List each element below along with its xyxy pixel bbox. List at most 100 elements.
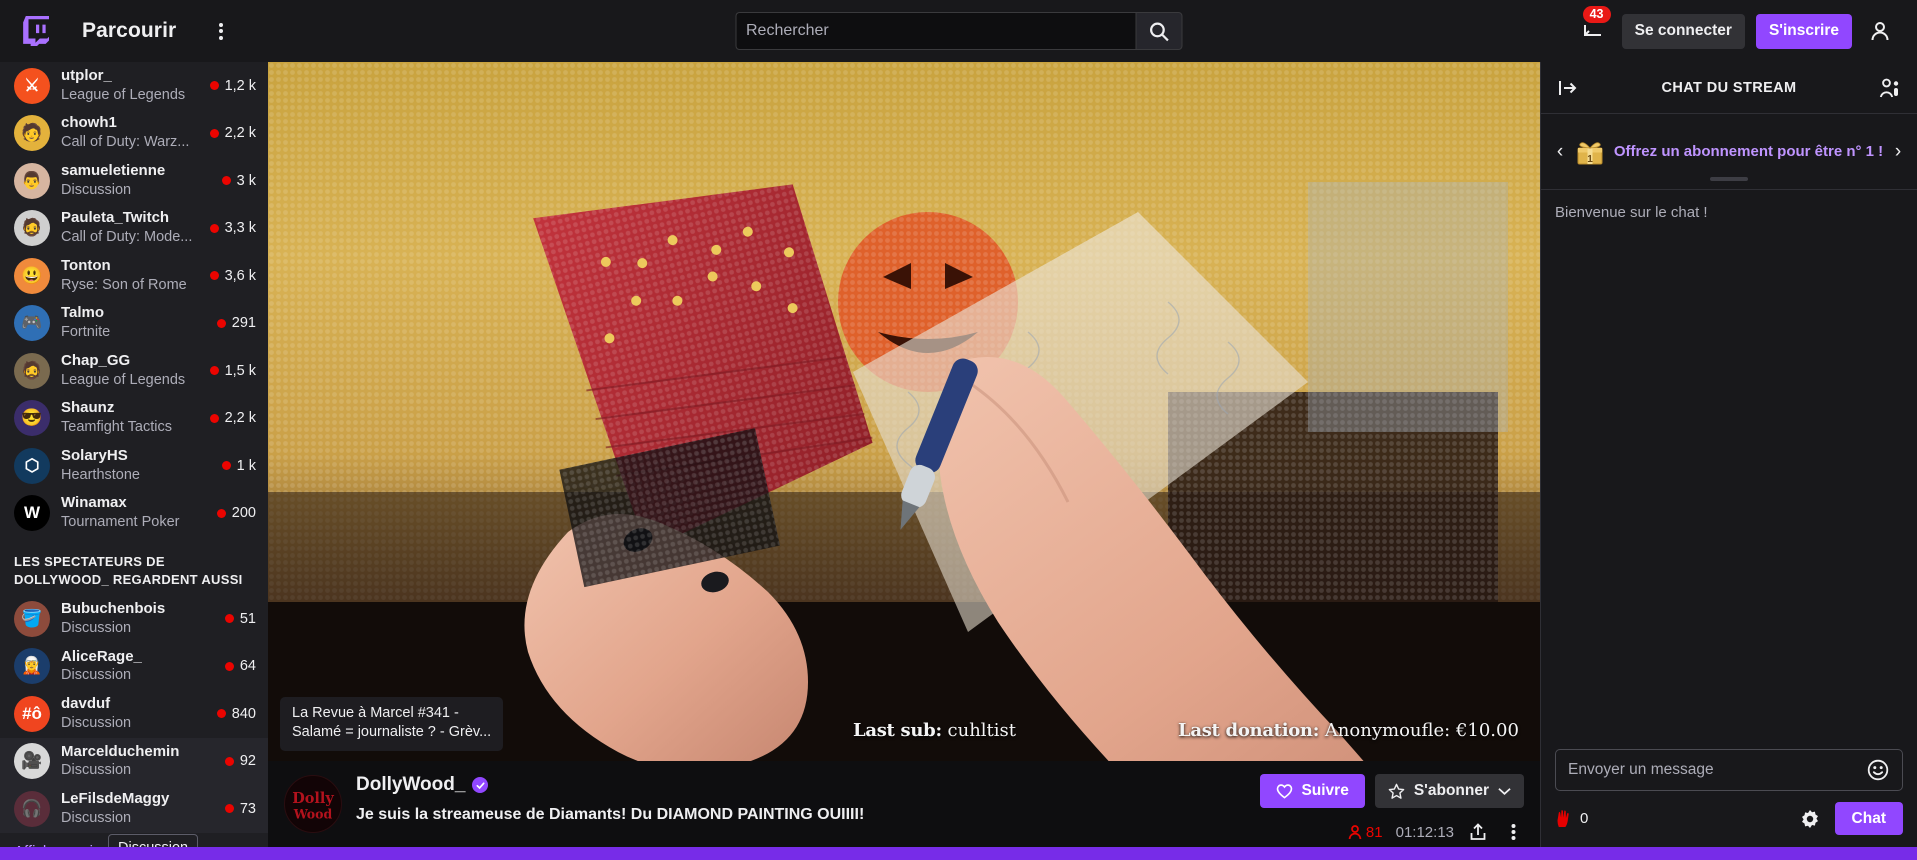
sidebar-channel-tonton[interactable]: 😃 Tonton Ryse: Son of Rome 3,6 k bbox=[0, 252, 268, 300]
live-indicator-dot bbox=[209, 271, 219, 281]
sidebar-channel-chap_gg[interactable]: 🧔 Chap_GG League of Legends 1,5 k bbox=[0, 347, 268, 395]
viewer-count-value: 3 k bbox=[236, 172, 256, 189]
signup-button[interactable]: S'inscrire bbox=[1755, 13, 1852, 49]
channel-text: Pauleta_Twitch Call of Duty: Mode... bbox=[61, 209, 210, 247]
channel-avatar[interactable]: Dolly Wood bbox=[284, 775, 342, 833]
search-wrap bbox=[735, 12, 1182, 50]
community-button[interactable] bbox=[1877, 75, 1903, 101]
sidebar-channel-winamax[interactable]: W Winamax Tournament Poker 200 bbox=[0, 490, 268, 538]
search-input[interactable] bbox=[735, 12, 1135, 50]
account-button[interactable] bbox=[1863, 14, 1897, 48]
sidebar-channel-utplor_[interactable]: ⚔ utplor_ League of Legends 1,2 k bbox=[0, 62, 268, 110]
subscribe-button[interactable]: S'abonner bbox=[1374, 774, 1524, 808]
verified-badge-icon bbox=[472, 777, 489, 793]
stream-meta-row: 81 01:12:13 bbox=[1348, 821, 1524, 843]
channel-text: Winamax Tournament Poker bbox=[61, 494, 217, 532]
live-indicator-dot bbox=[209, 223, 219, 233]
chat-title: CHAT DU STREAM bbox=[1661, 79, 1797, 96]
main-body: ⚔ utplor_ League of Legends 1,2 k 🧑 chowh1 Cal… bbox=[0, 62, 1917, 847]
channel-category: League of Legends bbox=[61, 371, 186, 388]
banner-indicator bbox=[1541, 177, 1917, 181]
stream-title[interactable]: Je suis la streameuse de Diamants! Du DI… bbox=[356, 806, 864, 824]
heart-icon bbox=[1277, 784, 1293, 799]
stream-more-options-button[interactable] bbox=[1502, 821, 1524, 843]
banner-content[interactable]: 1 Offrez un abonnement pour être n° 1 ! bbox=[1573, 137, 1885, 167]
live-indicator-dot bbox=[216, 709, 226, 719]
live-indicator-dot bbox=[209, 413, 219, 423]
prime-loot-button[interactable]: 43 bbox=[1577, 6, 1611, 48]
share-button[interactable] bbox=[1467, 821, 1489, 843]
live-indicator-dot bbox=[224, 661, 234, 671]
nav-right-group: 43 Se connecter S'inscrire bbox=[1577, 6, 1903, 49]
chat-settings-button[interactable] bbox=[1799, 808, 1821, 830]
search-button[interactable] bbox=[1135, 12, 1182, 50]
search-area bbox=[735, 12, 1182, 50]
channel-name: SolaryHS bbox=[61, 446, 128, 464]
gear-icon bbox=[1801, 809, 1818, 828]
channel-name[interactable]: DollyWood_ bbox=[356, 774, 465, 796]
login-button[interactable]: Se connecter bbox=[1621, 13, 1745, 49]
avatar: 🧔 bbox=[14, 210, 50, 247]
follow-button[interactable]: Suivre bbox=[1260, 774, 1365, 808]
banner-dot[interactable] bbox=[1710, 177, 1748, 181]
tooltip-line-1: La Revue à Marcel #341 - bbox=[292, 704, 459, 721]
chat-welcome-message: Bienvenue sur le chat ! bbox=[1555, 204, 1708, 221]
nav-more-options-icon[interactable] bbox=[204, 14, 238, 48]
sidebar-channel-pauleta_twitch[interactable]: 🧔 Pauleta_Twitch Call of Duty: Mode... 3,3 … bbox=[0, 205, 268, 253]
viewer-count-value: 81 bbox=[1365, 823, 1383, 841]
video-hover-tooltip: La Revue à Marcel #341 - Salamé = journa… bbox=[280, 696, 504, 751]
sidebar-channel-alicerage_[interactable]: 🧝 AliceRage_ Discussion 64 bbox=[0, 643, 268, 691]
banner-text: Offrez un abonnement pour être n° 1 ! bbox=[1613, 143, 1884, 160]
emote-picker-button[interactable] bbox=[1866, 758, 1890, 782]
last-donation-label: Last donation: bbox=[1178, 720, 1320, 741]
sidebar-channel-bubuchenbois[interactable]: 🪣 Bubuchenbois Discussion 51 bbox=[0, 595, 268, 643]
channel-category: Discussion bbox=[61, 181, 132, 198]
channel-text: davduf Discussion bbox=[61, 695, 217, 733]
channel-viewers: 92 bbox=[224, 753, 256, 769]
bottom-accent-bar bbox=[0, 847, 1917, 860]
chat-header: CHAT DU STREAM bbox=[1541, 62, 1917, 114]
channel-viewers: 1,5 k bbox=[209, 363, 256, 379]
sidebar-channel-shaunz[interactable]: 😎 Shaunz Teamfight Tactics 2,2 k bbox=[0, 395, 268, 443]
collapse-chat-button[interactable] bbox=[1555, 75, 1581, 101]
sidebar-channel-samueletienne[interactable]: 👨 samueletienne Discussion 3 k bbox=[0, 157, 268, 205]
banner-next-button[interactable]: › bbox=[1885, 141, 1911, 163]
viewer-count-value: 2,2 k bbox=[224, 410, 256, 427]
sidebar-channel-lefilsdemaggy[interactable]: 🎧 LeFilsdeMaggy Discussion 73 bbox=[0, 785, 268, 833]
kebab-dot bbox=[219, 22, 224, 27]
channel-category: Discussion bbox=[61, 809, 132, 826]
banner-prev-button[interactable]: ‹ bbox=[1547, 141, 1573, 163]
twitch-logo-icon[interactable] bbox=[18, 13, 54, 49]
channel-viewers: 2,2 k bbox=[209, 410, 256, 427]
live-indicator-dot bbox=[209, 366, 219, 376]
channel-viewers: 1 k bbox=[221, 458, 256, 474]
sidebar-channel-davduf[interactable]: #ô davduf Discussion 840 bbox=[0, 690, 268, 738]
also-watching-list: 🪣 Bubuchenbois Discussion 51 🧝 AliceRage_ Disc… bbox=[0, 595, 268, 833]
channel-viewers: 3,3 k bbox=[209, 220, 256, 236]
send-chat-button[interactable]: Chat bbox=[1834, 802, 1903, 835]
stream-actions: Suivre S'abonner 81 01:12:13 bbox=[1260, 772, 1524, 843]
sidebar-channel-marcelduchemin[interactable]: 🎥 Marcelduchemin Discussion 92 bbox=[0, 737, 268, 786]
video-player[interactable]: La Revue à Marcel #341 - Salamé = journa… bbox=[268, 62, 1540, 761]
left-sidebar: ⚔ utplor_ League of Legends 1,2 k 🧑 chowh1 Cal… bbox=[0, 62, 268, 847]
live-indicator-dot bbox=[224, 614, 234, 624]
channel-text: Bubuchenbois Discussion bbox=[61, 600, 225, 638]
channel-viewers: 3 k bbox=[221, 172, 256, 189]
account-icon bbox=[1871, 22, 1889, 41]
viewer-count-value: 51 bbox=[239, 610, 256, 627]
chat-input-wrapper[interactable] bbox=[1555, 749, 1903, 791]
channel-name: chowh1 bbox=[61, 114, 117, 132]
chat-panel: CHAT DU STREAM ‹ 1 Offrez un abonnement … bbox=[1540, 62, 1917, 847]
top-navigation-bar: Parcourir Rechercher 43 Se connecter S'i… bbox=[0, 0, 1917, 62]
chat-send-group: Chat bbox=[1799, 802, 1903, 835]
search-icon bbox=[1149, 22, 1169, 41]
channel-category: Fortnite bbox=[61, 324, 111, 341]
avatar: ⚔ bbox=[14, 67, 50, 104]
sidebar-channel-talmo[interactable]: 🎮 Talmo Fortnite 291 bbox=[0, 300, 268, 348]
live-indicator-dot bbox=[216, 318, 226, 328]
chevron-down-icon bbox=[1498, 787, 1511, 795]
sidebar-channel-solaryhs[interactable]: ⬡ SolaryHS Hearthstone 1 k bbox=[0, 442, 268, 490]
sidebar-channel-chowh1[interactable]: 🧑 chowh1 Call of Duty: Warz... 2,2 k bbox=[0, 110, 268, 158]
channel-text: Marcelduchemin Discussion bbox=[61, 743, 225, 781]
chat-input[interactable] bbox=[1568, 761, 1866, 779]
